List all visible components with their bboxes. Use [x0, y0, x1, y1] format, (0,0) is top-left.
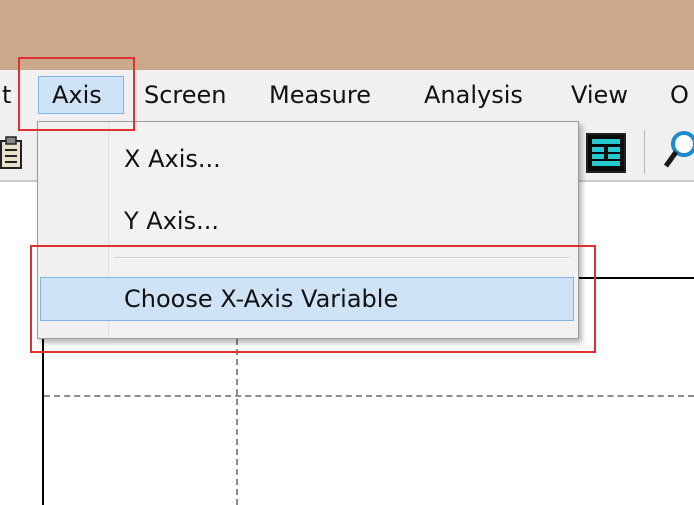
menu-measure[interactable]: Measure [269, 76, 371, 114]
toolbar-separator [644, 130, 645, 174]
clipboard-icon[interactable] [0, 136, 24, 174]
menu-analysis[interactable]: Analysis [424, 76, 523, 114]
spreadsheet-icon[interactable] [586, 133, 626, 177]
menu-options-partial[interactable]: O [670, 76, 689, 114]
menu-view[interactable]: View [571, 76, 628, 114]
menu-screen[interactable]: Screen [144, 76, 227, 114]
menu-item-label: X Axis... [124, 145, 221, 173]
highlight-box-choose-x-axis-variable [30, 245, 596, 353]
gridline-horizontal [44, 395, 694, 397]
menu-item-x-axis[interactable]: X Axis... [40, 137, 574, 181]
menu-item-label: Y Axis... [124, 207, 219, 235]
menu-edit-partial[interactable]: t [2, 76, 11, 114]
menu-item-y-axis[interactable]: Y Axis... [40, 199, 574, 243]
magnifier-icon[interactable] [663, 130, 694, 174]
highlight-box-axis-menu [18, 57, 135, 131]
